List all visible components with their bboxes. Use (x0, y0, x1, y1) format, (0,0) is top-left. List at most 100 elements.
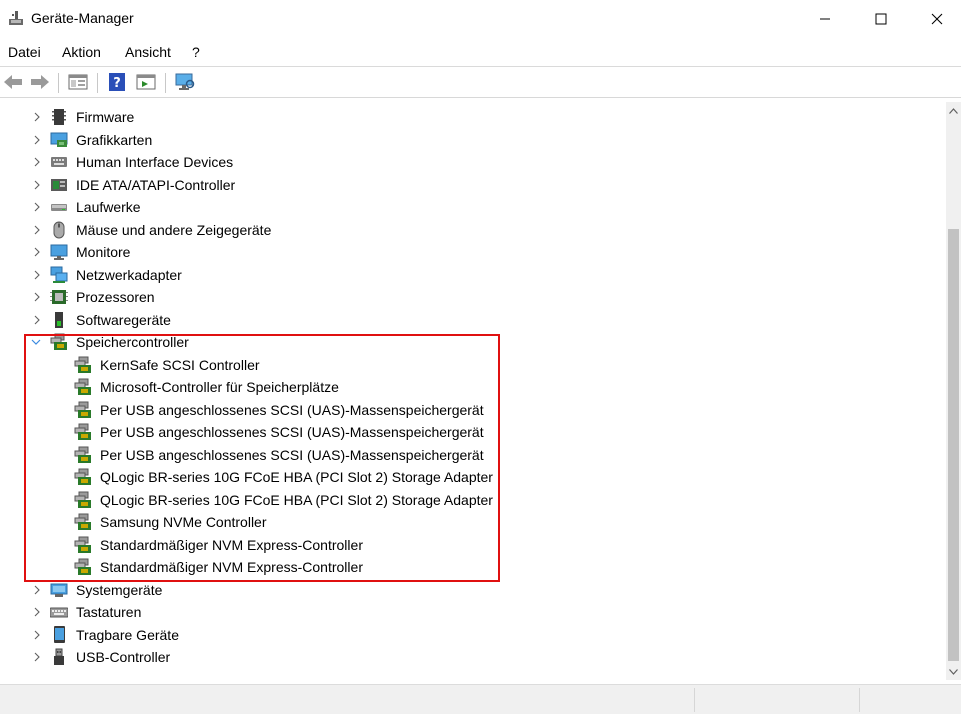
forward-button[interactable] (29, 72, 51, 94)
chevron-right-icon[interactable] (32, 219, 42, 241)
tree-node-label: Speichercontroller (76, 334, 189, 350)
tree-node-label: QLogic BR-series 10G FCoE HBA (PCI Slot … (100, 469, 493, 485)
menu-datei[interactable]: Datei (8, 44, 41, 60)
minimize-button[interactable] (802, 0, 848, 38)
tree-category[interactable]: IDE ATA/ATAPI-Controller (0, 174, 940, 196)
monitor-icon (50, 243, 68, 261)
back-arrow-icon (3, 74, 23, 93)
forward-arrow-icon (30, 74, 50, 93)
tree-category[interactable]: Mäuse und andere Zeigegeräte (0, 219, 940, 241)
chevron-right-icon[interactable] (32, 601, 42, 623)
tree-device[interactable]: QLogic BR-series 10G FCoE HBA (PCI Slot … (0, 466, 940, 488)
system-device-icon (50, 581, 68, 599)
update-driver-icon (136, 73, 156, 94)
window-title: Geräte-Manager (31, 10, 134, 26)
scroll-thumb[interactable] (948, 229, 959, 661)
vertical-scrollbar[interactable] (946, 102, 961, 680)
menu-help[interactable]: ? (192, 44, 200, 60)
chevron-right-icon[interactable] (32, 309, 42, 331)
help-button[interactable]: ? (106, 72, 128, 94)
chevron-right-icon[interactable] (32, 106, 42, 128)
device-manager-app-icon (8, 10, 24, 26)
tree-device[interactable]: Microsoft-Controller für Speicherplätze (0, 376, 940, 398)
tree-node-label: Grafikkarten (76, 131, 153, 148)
menu-ansicht[interactable]: Ansicht (125, 44, 171, 60)
tree-node-label: Per USB angeschlossenes SCSI (UAS)-Masse… (100, 401, 484, 418)
storage-controller-icon (74, 468, 92, 486)
tree-device[interactable]: Per USB angeschlossenes SCSI (UAS)-Masse… (0, 421, 940, 443)
back-button[interactable] (2, 72, 24, 94)
tree-category[interactable]: Netzwerkadapter (0, 264, 940, 286)
scroll-up-button[interactable] (946, 102, 961, 119)
chevron-right-icon[interactable] (32, 129, 42, 151)
toolbar: ? (0, 66, 961, 98)
chevron-right-icon[interactable] (32, 151, 42, 173)
tree-category[interactable]: Systemgeräte (0, 579, 940, 601)
chevron-right-icon[interactable] (32, 624, 42, 646)
tree-device[interactable]: Standardmäßiger NVM Express-Controller (0, 534, 940, 556)
tree-node-label: Standardmäßiger NVM Express-Controller (100, 536, 363, 553)
ide-controller-icon (50, 176, 68, 194)
chevron-down-icon[interactable] (31, 331, 41, 353)
update-driver-button[interactable] (135, 72, 157, 94)
network-adapter-icon (50, 266, 68, 284)
portable-device-icon (50, 625, 68, 644)
device-tree[interactable]: Firmware Grafikkarten Human Interface Devi… (0, 102, 946, 680)
tree-category[interactable]: Tragbare Geräte (0, 624, 940, 646)
menu-aktion[interactable]: Aktion (62, 44, 101, 60)
chevron-right-icon[interactable] (32, 646, 42, 668)
tree-node-label: Netzwerkadapter (76, 266, 182, 283)
tree-category[interactable]: Grafikkarten (0, 129, 940, 151)
tree-node-label: Monitore (76, 244, 131, 260)
tree-category[interactable]: Prozessoren (0, 286, 940, 308)
tree-node-label: Systemgeräte (76, 581, 163, 598)
close-button[interactable] (914, 0, 960, 38)
tree-node-label: Tragbare Geräte (76, 626, 179, 643)
scroll-down-button[interactable] (946, 663, 961, 680)
tree-category[interactable]: USB-Controller (0, 646, 940, 668)
properties-button[interactable] (67, 72, 89, 94)
status-divider (694, 688, 695, 712)
tree-device[interactable]: KernSafe SCSI Controller (0, 354, 940, 376)
chevron-right-icon[interactable] (32, 196, 42, 218)
tree-device[interactable]: Per USB angeschlossenes SCSI (UAS)-Masse… (0, 444, 940, 466)
tree-node-label: Samsung NVMe Controller (100, 514, 267, 530)
tree-category[interactable]: Monitore (0, 241, 940, 263)
software-device-icon (50, 311, 68, 329)
storage-controller-icon (74, 378, 92, 396)
tree-category-expanded[interactable]: Speichercontroller (0, 331, 940, 353)
tree-category[interactable]: Laufwerke (0, 196, 940, 218)
tree-node-label: Laufwerke (76, 199, 141, 215)
tree-category[interactable]: Tastaturen (0, 601, 940, 623)
status-bar (0, 684, 961, 714)
storage-controller-icon (74, 536, 92, 554)
mouse-icon (50, 221, 68, 239)
storage-controller-icon (74, 356, 92, 374)
properties-icon (68, 73, 88, 94)
tree-device[interactable]: Samsung NVMe Controller (0, 511, 940, 533)
tree-node-label: Per USB angeschlossenes SCSI (UAS)-Masse… (100, 424, 484, 440)
tree-category[interactable]: Human Interface Devices (0, 151, 940, 173)
storage-controller-icon (74, 401, 92, 419)
toolbar-separator (165, 73, 166, 93)
tree-node-label: Tastaturen (76, 604, 142, 620)
menu-bar: Datei Aktion Ansicht ? (0, 40, 961, 66)
processor-icon (50, 288, 68, 306)
chevron-right-icon[interactable] (32, 264, 42, 286)
maximize-button[interactable] (858, 0, 904, 38)
scan-hardware-button[interactable] (174, 72, 196, 94)
storage-controller-icon (74, 513, 92, 531)
tree-device[interactable]: QLogic BR-series 10G FCoE HBA (PCI Slot … (0, 489, 940, 511)
chevron-right-icon[interactable] (32, 241, 42, 263)
storage-controller-icon (74, 423, 92, 441)
tree-category[interactable]: Softwaregeräte (0, 309, 940, 331)
chevron-right-icon[interactable] (32, 579, 42, 601)
tree-category[interactable]: Firmware (0, 106, 940, 128)
chevron-right-icon[interactable] (32, 286, 42, 308)
tree-node-label: Human Interface Devices (76, 154, 234, 170)
tree-device[interactable]: Per USB angeschlossenes SCSI (UAS)-Masse… (0, 399, 940, 421)
tree-device[interactable]: Standardmäßiger NVM Express-Controller (0, 556, 940, 578)
title-bar: Geräte-Manager (0, 0, 961, 38)
toolbar-separator (58, 73, 59, 93)
chevron-right-icon[interactable] (32, 174, 42, 196)
